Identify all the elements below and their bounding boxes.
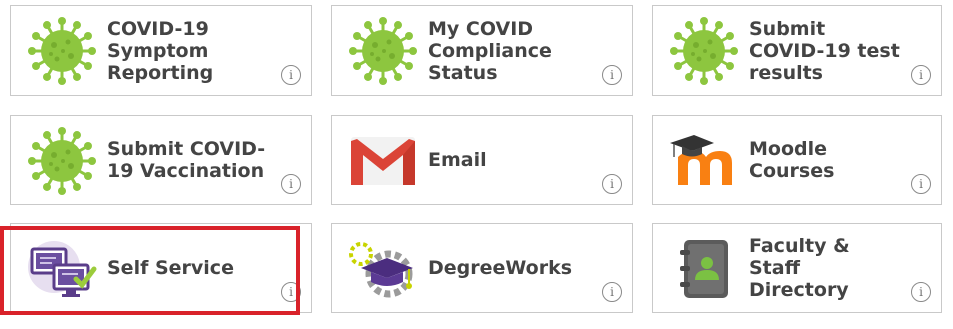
info-icon[interactable]: i [602, 174, 622, 194]
tile-covid-test-results[interactable]: Submit COVID-19 test results i [652, 5, 942, 96]
covid-virus-icon [344, 12, 422, 90]
self-service-icon [23, 230, 101, 308]
tile-moodle-courses[interactable]: Moodle Courses i [652, 115, 942, 205]
gmail-icon [344, 122, 422, 200]
tile-covid-symptom-reporting[interactable]: COVID-19 Symptom Reporting i [10, 5, 312, 96]
covid-virus-icon [23, 122, 101, 200]
tile-faculty-staff-directory[interactable]: Faculty & Staff Directory i [652, 223, 942, 313]
info-icon[interactable]: i [911, 282, 931, 302]
info-icon[interactable]: i [602, 282, 622, 302]
tile-self-service[interactable]: Self Service i [10, 223, 312, 313]
tile-label: Submit COVID-19 Vaccination [107, 138, 266, 182]
tile-degreeworks[interactable]: DegreeWorks i [331, 223, 633, 313]
tile-label: Moodle Courses [749, 138, 835, 182]
tile-label: COVID-19 Symptom Reporting [107, 17, 214, 84]
directory-icon [665, 230, 743, 308]
tile-label: DegreeWorks [428, 257, 573, 279]
covid-virus-icon [23, 12, 101, 90]
tile-label: Self Service [107, 257, 234, 279]
info-icon[interactable]: i [281, 282, 301, 302]
degreeworks-icon [344, 230, 422, 308]
moodle-icon [665, 122, 743, 200]
covid-virus-icon [665, 12, 743, 90]
info-icon[interactable]: i [602, 65, 622, 85]
info-icon[interactable]: i [911, 65, 931, 85]
tile-label: Faculty & Staff Directory [749, 235, 850, 301]
tile-covid-compliance-status[interactable]: My COVID Compliance Status i [331, 5, 633, 96]
tile-label: Submit COVID-19 test results [749, 17, 900, 84]
info-icon[interactable]: i [281, 65, 301, 85]
tile-label: My COVID Compliance Status [428, 17, 552, 84]
tile-label: Email [428, 149, 487, 171]
info-icon[interactable]: i [281, 174, 301, 194]
tile-covid-vaccination[interactable]: Submit COVID-19 Vaccination i [10, 115, 312, 205]
info-icon[interactable]: i [911, 174, 931, 194]
tile-email[interactable]: Email i [331, 115, 633, 205]
